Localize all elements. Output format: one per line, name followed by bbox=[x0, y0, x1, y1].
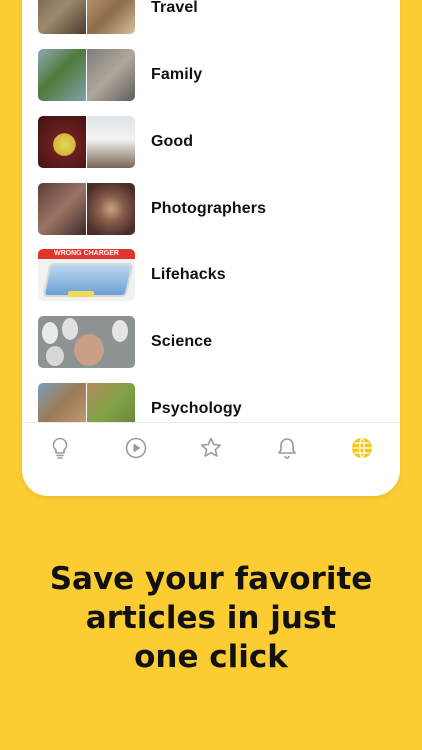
thumbnail-image bbox=[38, 383, 86, 422]
category-row-good[interactable]: Good bbox=[22, 116, 400, 168]
promo-caption: Save your favorite articles in just one … bbox=[0, 560, 422, 677]
thumbnail-image bbox=[38, 0, 86, 34]
thumbnail-image bbox=[87, 183, 135, 235]
category-label: Science bbox=[151, 333, 213, 350]
category-thumbnails: WRONG CHARGER bbox=[38, 249, 135, 301]
category-thumbnails bbox=[38, 383, 135, 422]
thumbnail-image bbox=[112, 320, 128, 342]
caption-line: Save your favorite bbox=[49, 561, 373, 597]
caption-line: articles in just bbox=[85, 600, 337, 636]
phone-screen: Travel Family Good Photographers WRONG C… bbox=[22, 0, 400, 496]
play-icon bbox=[125, 437, 147, 459]
thumbnail-image bbox=[38, 116, 86, 168]
category-label: Lifehacks bbox=[151, 266, 226, 283]
category-thumbnails bbox=[38, 316, 135, 368]
thumbnail-image bbox=[87, 116, 135, 168]
category-row-photographers[interactable]: Photographers bbox=[22, 183, 400, 235]
thumbnail-image bbox=[87, 49, 135, 101]
category-thumbnails bbox=[38, 183, 135, 235]
category-label: Photographers bbox=[151, 200, 267, 217]
tab-ideas[interactable] bbox=[47, 435, 73, 461]
category-list: Travel Family Good Photographers WRONG C… bbox=[22, 0, 400, 422]
thumbnail-image bbox=[87, 383, 135, 422]
thumbnail-image bbox=[38, 49, 86, 101]
bell-icon bbox=[278, 438, 296, 459]
category-label: Family bbox=[151, 66, 203, 83]
tab-notifications[interactable] bbox=[274, 435, 300, 461]
category-label: Psychology bbox=[151, 400, 242, 417]
category-row-science[interactable]: Science bbox=[22, 316, 400, 368]
category-row-psychology[interactable]: Psychology bbox=[22, 383, 400, 422]
category-row-lifehacks[interactable]: WRONG CHARGER Lifehacks bbox=[22, 249, 400, 301]
tab-videos[interactable] bbox=[123, 435, 149, 461]
category-thumbnails bbox=[38, 0, 135, 34]
category-thumbnails bbox=[38, 116, 135, 168]
thumbnail-image bbox=[87, 0, 135, 34]
category-label: Good bbox=[151, 133, 194, 150]
globe-icon bbox=[352, 437, 372, 459]
thumbnail-image bbox=[68, 291, 94, 297]
category-label: Travel bbox=[151, 0, 198, 16]
thumbnail-image bbox=[74, 334, 104, 366]
bottom-tab-bar bbox=[22, 422, 400, 473]
caption-line: one click bbox=[134, 639, 288, 675]
thumbnail-image bbox=[42, 322, 58, 344]
star-icon bbox=[200, 437, 222, 457]
thumbnail-image bbox=[62, 318, 78, 340]
thumbnail-image bbox=[46, 346, 64, 366]
thumbnail-banner: WRONG CHARGER bbox=[38, 249, 135, 259]
tab-categories[interactable] bbox=[349, 435, 375, 461]
tab-favorites[interactable] bbox=[198, 435, 224, 461]
category-thumbnails bbox=[38, 49, 135, 101]
category-row-family[interactable]: Family bbox=[22, 49, 400, 101]
category-row-travel[interactable]: Travel bbox=[22, 0, 400, 34]
thumbnail-image bbox=[38, 183, 86, 235]
lightbulb-icon bbox=[52, 437, 68, 459]
